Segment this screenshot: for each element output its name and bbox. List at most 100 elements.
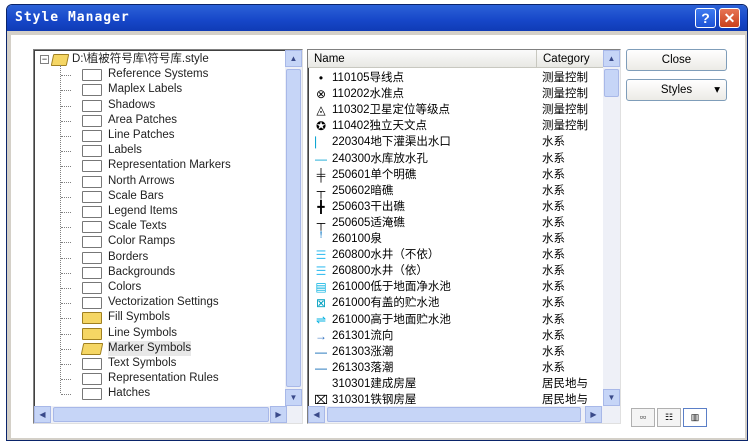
style-tree[interactable]: − D:\植被符号库\符号库.style Reference Systems Mapl… (33, 49, 303, 424)
tree-branch-line (61, 333, 71, 335)
symbol-category: 水系 (542, 184, 565, 197)
list-item[interactable]: ⎸ 220304地下灌渠出水口 水系 (308, 134, 604, 150)
folder-icon (82, 175, 102, 188)
tree-item-label: Vectorization Settings (108, 296, 219, 309)
symbol-category: 水系 (542, 345, 565, 358)
symbol-name: 110402独立天文点 (332, 120, 428, 133)
symbol-preview-icon: ╋ (317, 199, 325, 214)
tree-hscroll-thumb[interactable] (53, 407, 269, 422)
symbol-preview-icon: ⎸ (314, 135, 327, 150)
symbol-category: 测量控制 (542, 120, 588, 133)
dropdown-arrow-icon: ▾ (714, 84, 720, 96)
list-scroll-thumb[interactable] (604, 69, 619, 97)
symbol-name: 261303落潮 (332, 361, 394, 374)
column-header-category[interactable]: Category (537, 50, 604, 68)
list-item[interactable]: ☰ 260800水井（依） 水系 (308, 263, 604, 279)
tree-horizontal-scrollbar[interactable]: ◀ ▶ (34, 406, 302, 423)
details-view-button[interactable]: ▥ (683, 408, 707, 427)
tree-item-label: Backgrounds (108, 265, 176, 278)
list-item[interactable]: ⇌ 261000高于地面贮水池 水系 (308, 312, 604, 328)
list-item[interactable]: — 261303涨潮 水系 (308, 344, 604, 360)
list-scroll-left-button[interactable]: ◀ (308, 406, 325, 423)
symbol-list[interactable]: Name Category • 110105导线点 测量控制 ⊗ 110202水准点 测量… (307, 49, 621, 424)
list-item[interactable]: ┬ 250602暗礁 水系 (308, 183, 604, 199)
list-item[interactable]: ┬ 250605适淹礁 水系 (308, 215, 604, 231)
list-item[interactable]: ꜝ 260100泉 水系 (308, 231, 604, 247)
tree-item-label: Shadows (108, 98, 156, 111)
symbol-preview-icon: → (315, 328, 327, 343)
tree-item-label: Hatches (108, 387, 151, 400)
styles-button[interactable]: Styles ▾ (626, 79, 727, 101)
help-button[interactable]: ? (695, 8, 716, 28)
list-item[interactable]: ╋ 250603干出礁 水系 (308, 199, 604, 215)
tree-item-label: Line Symbols (108, 326, 178, 339)
list-item[interactable]: — 261303落潮 水系 (308, 360, 604, 376)
folder-icon (82, 114, 102, 127)
tree-item-label: Reference Systems (108, 68, 209, 81)
symbol-name: 250602暗礁 (332, 184, 394, 197)
list-vertical-scrollbar[interactable]: ▲ ▼ (603, 50, 620, 406)
list-item[interactable]: ⊠ 261000有盖的贮水池 水系 (308, 295, 604, 311)
tree-scroll-up-button[interactable]: ▲ (285, 50, 302, 67)
tree-scroll-thumb[interactable] (286, 69, 301, 387)
list-item[interactable]: ◬ 110302卫星定位等级点 测量控制 (308, 102, 604, 118)
list-item[interactable]: ╪ 250601单个明礁 水系 (308, 167, 604, 183)
tree-branch-line (61, 212, 71, 213)
tree-connector-line (60, 65, 61, 394)
list-item[interactable]: — 240300水库放水孔 水系 (308, 151, 604, 167)
tree-branch-line (61, 348, 71, 350)
list-scroll-up-button[interactable]: ▲ (603, 50, 620, 67)
symbol-preview-icon: — (315, 360, 327, 375)
symbol-category: 水系 (542, 233, 565, 245)
collapse-icon[interactable]: − (40, 55, 49, 64)
tree-branch-line (61, 196, 71, 198)
symbol-preview-icon: ✪ (315, 119, 327, 134)
folder-icon (82, 206, 102, 218)
list-scroll-right-button[interactable]: ▶ (585, 406, 602, 423)
symbol-name: 250605适淹礁 (332, 216, 405, 229)
tree-item-label: Line Patches (108, 129, 175, 141)
list-view-button[interactable]: ☷ (657, 408, 681, 427)
list-item[interactable]: ☰ 260800水井（不依） 水系 (308, 247, 604, 263)
title-bar[interactable]: Style Manager ? ✕ (7, 5, 747, 31)
folder-icon (82, 130, 102, 142)
list-horizontal-scrollbar[interactable]: ◀ ▶ (308, 406, 620, 423)
tree-branch-line (61, 120, 71, 122)
list-item[interactable]: → 261301流向 水系 (308, 328, 604, 344)
tree-scroll-left-button[interactable]: ◀ (34, 406, 51, 423)
tree-item-label: Text Symbols (108, 357, 177, 369)
symbol-preview-icon: ┬ (316, 183, 326, 198)
close-button[interactable]: Close (626, 49, 727, 71)
list-item[interactable]: ▤ 261000低于地面净水池 水系 (308, 279, 604, 295)
tree-branch-line (61, 364, 71, 365)
tree-scroll-down-button[interactable]: ▼ (285, 389, 302, 406)
list-item[interactable]: ⊗ 110202水准点 测量控制 (308, 86, 604, 102)
folder-icon (82, 221, 102, 234)
symbol-name: 261000低于地面净水池 (332, 281, 451, 294)
symbol-name: 260800水井（不依） (332, 249, 440, 262)
tree-item-label: Legend Items (108, 205, 178, 217)
symbol-name: 260800水井（依） (332, 265, 428, 278)
tree-branch-line (61, 105, 71, 107)
column-header-name[interactable]: Name (308, 50, 537, 68)
style-manager-window: Style Manager ? ✕ − D:\植被符号库\符号库.style Ref… (6, 4, 748, 441)
folder-yellow-icon (82, 312, 102, 325)
folder-icon (82, 358, 102, 370)
symbol-name: 110202水准点 (332, 88, 405, 101)
list-item[interactable]: • 110105导线点 测量控制 (308, 70, 604, 86)
symbol-category: 水系 (542, 265, 565, 278)
tree-vertical-scrollbar[interactable]: ▲ ▼ (285, 50, 302, 406)
list-item[interactable]: 310301建成房屋 居民地与 (308, 376, 604, 392)
close-window-button[interactable]: ✕ (719, 8, 740, 28)
large-icons-view-button[interactable]: ▫▫ (631, 408, 655, 427)
symbol-name: 261301流向 (332, 329, 394, 342)
symbol-category: 水系 (542, 136, 565, 149)
symbol-category: 水系 (542, 361, 565, 374)
list-item[interactable]: ✪ 110402独立天文点 测量控制 (308, 118, 604, 134)
symbol-name: 310301建成房屋 (332, 377, 417, 390)
folder-icon (82, 266, 102, 279)
tree-scroll-right-button[interactable]: ▶ (270, 406, 287, 423)
list-scroll-down-button[interactable]: ▼ (603, 389, 620, 406)
list-hscroll-thumb[interactable] (327, 407, 581, 422)
tree-branch-line (61, 181, 71, 183)
